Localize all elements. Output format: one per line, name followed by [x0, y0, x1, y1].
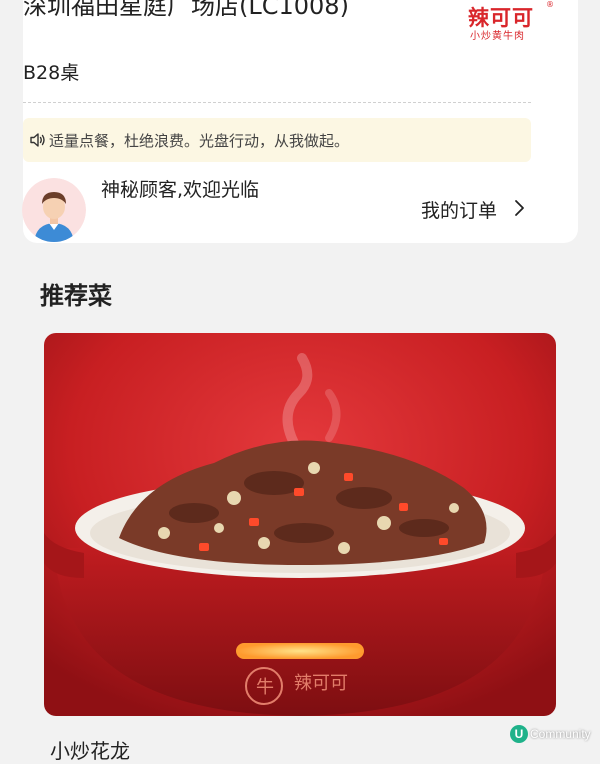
notice-banner: 适量点餐，杜绝浪费。光盘行动，从我做起。	[23, 118, 531, 162]
brand-logo-reg: ®	[546, 0, 554, 9]
brand-logo-sub: 小炒黄牛肉	[470, 31, 525, 42]
user-avatar-icon	[22, 178, 86, 242]
brand-logo: 辣可可 ® 小炒黄牛肉	[466, 0, 554, 42]
svg-text:牛: 牛	[256, 677, 274, 698]
dish-photo: 牛 辣可可	[44, 333, 556, 716]
dish-image[interactable]: 牛 辣可可	[44, 333, 556, 716]
community-logo-icon: U	[510, 725, 528, 743]
community-watermark-text: Community	[530, 727, 591, 741]
svg-text:辣可可: 辣可可	[294, 673, 348, 694]
speaker-icon	[30, 133, 45, 147]
my-orders-label: 我的订单	[421, 200, 498, 222]
avatar	[22, 178, 86, 242]
table-number: B28桌	[23, 62, 80, 84]
notice-text: 适量点餐，杜绝浪费。光盘行动，从我做起。	[49, 132, 350, 150]
my-orders-link[interactable]: 我的订单	[421, 196, 524, 223]
greeting-text: 神秘顾客,欢迎光临	[101, 179, 260, 201]
store-name: 深圳福田星庭广场店(LC1008)	[23, 0, 349, 20]
section-title-recommended: 推荐菜	[40, 282, 112, 310]
divider	[23, 102, 531, 103]
chevron-right-icon	[515, 200, 524, 216]
